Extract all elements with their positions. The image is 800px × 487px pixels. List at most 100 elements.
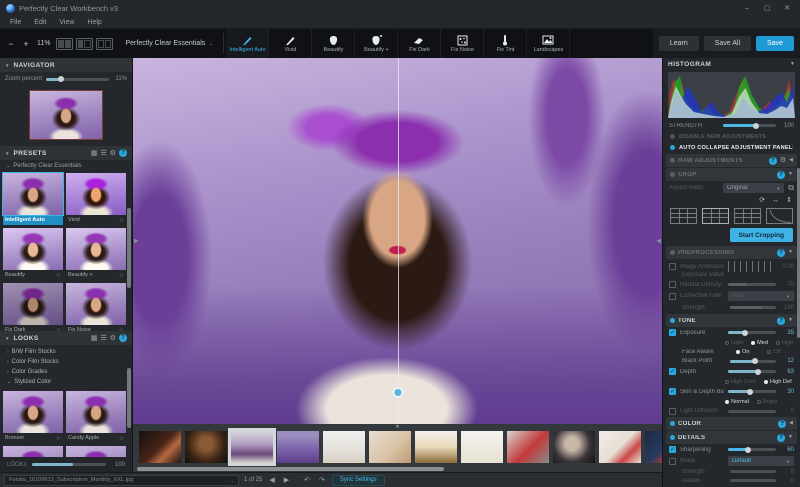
filmstrip-thumb-selected[interactable] bbox=[228, 428, 276, 466]
before-after-split-line[interactable] bbox=[397, 58, 399, 424]
look-item-candy-apple[interactable]: Candy Apple ☆ bbox=[66, 391, 126, 443]
raw-adjustments-header[interactable]: RAW ADJUSTMENTS bbox=[666, 154, 797, 167]
preset-item-fix-dark[interactable]: Fix Dark ☆ bbox=[3, 283, 63, 331]
navigator-thumbnail[interactable] bbox=[29, 90, 103, 140]
view-sidebyside-button[interactable] bbox=[95, 37, 113, 50]
image-canvas[interactable] bbox=[133, 58, 662, 424]
preset-item-beautify[interactable]: Beautify ☆ bbox=[3, 228, 63, 280]
aspect-ratio-dropdown[interactable]: Original ▼ bbox=[723, 183, 785, 193]
face-aware-off[interactable]: Off bbox=[767, 349, 781, 355]
neutral-density-checkbox[interactable] bbox=[669, 281, 676, 288]
depth-option-high-cont[interactable]: High Cont bbox=[725, 379, 756, 385]
filmstrip-thumb[interactable] bbox=[185, 431, 227, 463]
toolbar-preset-landscapes[interactable]: Landscapes bbox=[527, 29, 571, 58]
depth-checkbox[interactable] bbox=[669, 368, 676, 375]
collapse-right-panel-arrow[interactable] bbox=[656, 238, 661, 245]
disable-new-adjustments-toggle[interactable]: DISABLE NEW ADJUSTMENTS bbox=[663, 131, 800, 142]
list-view-icon[interactable] bbox=[100, 150, 106, 157]
collapse-triangle-icon[interactable] bbox=[789, 158, 793, 163]
crop-icon[interactable]: ⧉ bbox=[788, 184, 794, 192]
light-diffusion-slider[interactable] bbox=[728, 409, 776, 413]
favorite-star-icon[interactable]: ☆ bbox=[56, 272, 61, 279]
neutral-density-slider[interactable] bbox=[728, 283, 776, 286]
crop-grid-button[interactable] bbox=[702, 207, 729, 224]
black-point-slider[interactable] bbox=[730, 358, 776, 364]
help-icon[interactable] bbox=[119, 334, 127, 342]
menu-file[interactable]: File bbox=[4, 18, 27, 27]
minimize-button[interactable]: – bbox=[738, 2, 756, 14]
look-item-caramel[interactable]: Caramel☆ bbox=[3, 446, 63, 457]
save-button[interactable]: Save bbox=[756, 36, 794, 51]
undo-icon[interactable]: ↶ bbox=[302, 476, 312, 484]
gear-icon[interactable] bbox=[780, 157, 786, 164]
filmstrip-thumb[interactable] bbox=[461, 431, 503, 463]
skin-depth-bias-checkbox[interactable] bbox=[669, 388, 676, 395]
exposure-checkbox[interactable] bbox=[669, 329, 676, 336]
favorite-star-icon[interactable]: ☆ bbox=[56, 435, 61, 442]
toolbar-preset-beautify-plus[interactable]: Beautify + bbox=[355, 29, 399, 58]
noise-strength-slider[interactable] bbox=[730, 470, 776, 473]
flip-vertical-icon[interactable]: ⇕ bbox=[786, 197, 792, 204]
noise-preset-dropdown[interactable]: Default ▼ bbox=[728, 456, 794, 466]
filmstrip-thumb[interactable] bbox=[553, 431, 595, 463]
preprocessing-strength-slider[interactable] bbox=[730, 306, 776, 309]
toolbar-preset-fix-tint[interactable]: Fix Tint bbox=[484, 29, 528, 58]
view-single-button[interactable] bbox=[55, 37, 73, 50]
gear-icon[interactable] bbox=[110, 150, 116, 157]
thumbnail-view-icon[interactable] bbox=[91, 335, 98, 342]
help-icon[interactable] bbox=[768, 156, 777, 165]
panel-enable-dot[interactable] bbox=[670, 158, 675, 163]
preset-item-beautify-plus[interactable]: Beautify + ☆ bbox=[66, 228, 126, 280]
crop-grid-thirds-button[interactable] bbox=[670, 207, 697, 224]
start-cropping-button[interactable]: Start Cropping bbox=[729, 228, 793, 242]
navigator-header[interactable]: NAVIGATOR bbox=[0, 58, 132, 72]
exposure-option-med[interactable]: Med bbox=[751, 340, 768, 346]
looks-tree-color-grades[interactable]: › Color Grades bbox=[0, 367, 132, 377]
panel-enable-dot[interactable] bbox=[670, 421, 675, 426]
auto-collapse-toggle[interactable]: AUTO COLLAPSE ADJUSTMENT PANELS bbox=[663, 142, 800, 153]
zoom-percent-slider[interactable] bbox=[46, 76, 109, 82]
skin-option-normal[interactable]: Normal bbox=[725, 399, 749, 405]
preset-item-intelligent-auto[interactable]: Intelligent Auto bbox=[2, 172, 64, 225]
filmstrip-thumb[interactable] bbox=[277, 431, 319, 463]
collapse-triangle-icon[interactable] bbox=[790, 62, 795, 67]
presets-header[interactable]: PRESETS bbox=[0, 146, 132, 160]
filmstrip-thumb[interactable] bbox=[599, 431, 641, 463]
save-all-button[interactable]: Save All bbox=[703, 36, 752, 51]
tone-header[interactable]: TONE bbox=[666, 314, 797, 327]
image-ambulance-checkbox[interactable] bbox=[669, 263, 676, 270]
depth-option-high-def[interactable]: High Def bbox=[763, 379, 792, 385]
presets-scrollbar[interactable] bbox=[127, 208, 131, 288]
looks-tree-bw-film[interactable]: › B/W Film Stocks bbox=[0, 347, 132, 357]
gear-icon[interactable] bbox=[110, 335, 116, 342]
filmstrip-thumb[interactable] bbox=[369, 431, 411, 463]
next-image-button[interactable]: ▶ bbox=[282, 476, 291, 484]
favorite-star-icon[interactable]: ☆ bbox=[119, 272, 124, 279]
exposure-option-light[interactable]: Light bbox=[725, 340, 743, 346]
looks-tree-stylized-color[interactable]: ⌄ Stylized Color bbox=[0, 377, 132, 387]
sync-settings-button[interactable]: Sync Settings bbox=[331, 474, 385, 486]
preset-group-dropdown[interactable]: Perfectly Clear Essentials ⌄ bbox=[118, 29, 222, 58]
noise-details-slider[interactable] bbox=[730, 479, 776, 482]
help-icon[interactable] bbox=[777, 248, 786, 257]
preprocessing-header[interactable]: PREPROCESSING bbox=[666, 246, 797, 259]
filename-dropdown[interactable]: Fotolia_16109613_Subscription_Monthly_XX… bbox=[4, 474, 239, 486]
exposure-option-high[interactable]: High bbox=[776, 340, 794, 346]
look-item-circus[interactable]: Circus☆ bbox=[66, 446, 126, 457]
toolbar-preset-fix-noise[interactable]: Fix Noise bbox=[441, 29, 485, 58]
depth-slider[interactable] bbox=[728, 368, 776, 375]
close-button[interactable]: ✕ bbox=[778, 2, 796, 14]
preset-item-fix-noise[interactable]: Fix Noise ☆ bbox=[66, 283, 126, 331]
help-icon[interactable] bbox=[778, 419, 787, 428]
help-icon[interactable] bbox=[777, 433, 786, 442]
filmstrip-thumb[interactable] bbox=[507, 431, 549, 463]
light-diffusion-checkbox[interactable] bbox=[669, 407, 676, 415]
collapse-triangle-icon[interactable] bbox=[788, 318, 793, 323]
flip-horizontal-icon[interactable]: ↔ bbox=[772, 197, 779, 204]
menu-view[interactable]: View bbox=[53, 18, 80, 27]
preset-group-row[interactable]: ⌄ Perfectly Clear Essentials bbox=[0, 160, 132, 171]
help-icon[interactable] bbox=[777, 170, 786, 179]
toolbar-preset-beautify[interactable]: Beautify bbox=[312, 29, 356, 58]
collapse-triangle-icon[interactable] bbox=[788, 435, 793, 440]
looks-strength-slider[interactable] bbox=[31, 463, 106, 466]
